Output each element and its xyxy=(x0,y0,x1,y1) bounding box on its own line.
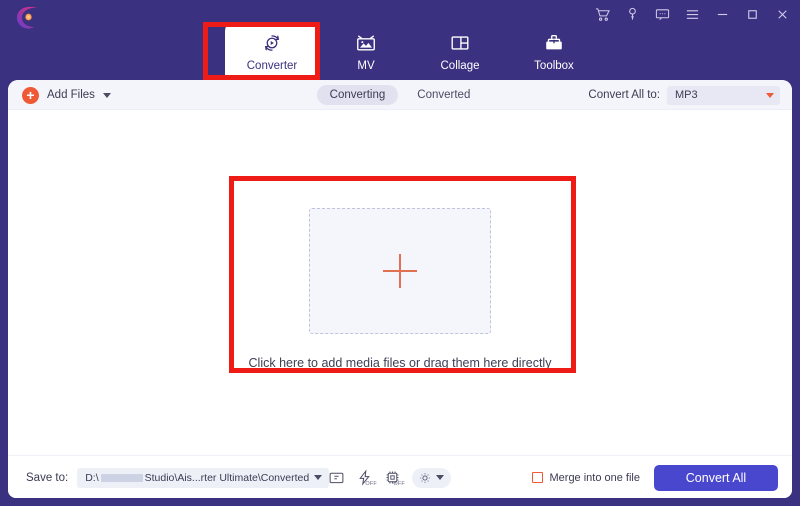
chevron-down-icon xyxy=(766,92,774,98)
maximize-icon[interactable] xyxy=(744,6,760,22)
convert-all-to-group: Convert All to: MP3 xyxy=(588,80,780,110)
convert-all-button[interactable]: Convert All xyxy=(654,465,778,491)
plus-icon xyxy=(383,254,417,288)
mv-icon xyxy=(355,31,377,55)
settings-button[interactable] xyxy=(412,467,451,488)
settings-gear-icon xyxy=(418,471,432,485)
gpu-accel-status: OFF xyxy=(393,481,405,487)
path-prefix: D:\ xyxy=(85,471,99,484)
hardware-accel-status: OFF xyxy=(365,481,377,487)
cart-icon[interactable] xyxy=(594,6,610,22)
chevron-down-icon[interactable] xyxy=(314,475,323,480)
tab-mv[interactable]: MV xyxy=(319,22,413,80)
brand-logo-icon xyxy=(14,5,44,31)
drop-hint-text: Click here to add media files or drag th… xyxy=(248,356,552,370)
segment-converting[interactable]: Converting xyxy=(316,85,399,105)
bottom-tool-icons: OFF OFF xyxy=(328,456,451,499)
gpu-accel-icon[interactable]: OFF xyxy=(384,469,405,487)
save-to-group: Save to: D:\ Studio\Ais...rter Ultimate\C… xyxy=(26,456,330,499)
minimize-icon[interactable] xyxy=(714,6,730,22)
feedback-icon[interactable] xyxy=(654,6,670,22)
merge-label: Merge into one file xyxy=(549,471,641,484)
title-bar: Converter MV Collage Toolbox xyxy=(0,0,800,80)
toolbox-icon xyxy=(543,31,565,55)
open-folder-icon[interactable] xyxy=(328,469,345,486)
tab-label: MV xyxy=(357,59,375,72)
key-icon[interactable] xyxy=(624,6,640,22)
tab-toolbox[interactable]: Toolbox xyxy=(507,22,601,80)
output-path-value: D:\ Studio\Ais...rter Ultimate\Converted xyxy=(85,472,309,484)
convert-all-to-label: Convert All to: xyxy=(588,89,660,101)
format-select-value: MP3 xyxy=(675,89,698,101)
checkbox-box xyxy=(531,472,543,483)
redacted-path-segment xyxy=(100,473,143,482)
close-icon[interactable] xyxy=(774,6,790,22)
tab-converter[interactable]: Converter xyxy=(225,22,319,80)
add-media-dropbox[interactable] xyxy=(309,208,491,334)
save-to-label: Save to: xyxy=(26,471,69,484)
bottom-bar: Save to: D:\ Studio\Ais...rter Ultimate\C… xyxy=(8,455,792,498)
merge-into-one-file-checkbox[interactable]: Merge into one file xyxy=(531,456,641,499)
chevron-down-icon xyxy=(436,475,444,480)
drop-area[interactable]: Click here to add media files or drag th… xyxy=(8,110,792,468)
content-panel: + Add Files Converting Converted Convert… xyxy=(8,80,792,498)
hardware-accel-icon[interactable]: OFF xyxy=(356,469,377,487)
segment-converted[interactable]: Converted xyxy=(404,85,483,105)
converter-icon xyxy=(261,31,283,55)
toolbar: + Add Files Converting Converted Convert… xyxy=(8,80,792,110)
window-controls xyxy=(594,3,790,25)
main-tab-bar: Converter MV Collage Toolbox xyxy=(225,22,601,80)
menu-icon[interactable] xyxy=(684,6,700,22)
app-window: Converter MV Collage Toolbox + Add Files… xyxy=(0,0,800,506)
format-select[interactable]: MP3 xyxy=(667,85,780,105)
convert-all-button-label: Convert All xyxy=(685,471,747,485)
tab-label: Converter xyxy=(246,59,298,72)
path-suffix: Studio\Ais...rter Ultimate\Converted xyxy=(144,471,310,484)
tab-collage[interactable]: Collage xyxy=(413,22,507,80)
tab-label: Collage xyxy=(440,59,480,72)
output-path-field[interactable]: D:\ Studio\Ais...rter Ultimate\Converted xyxy=(77,467,330,488)
collage-icon xyxy=(449,31,471,55)
tab-label: Toolbox xyxy=(534,59,574,72)
